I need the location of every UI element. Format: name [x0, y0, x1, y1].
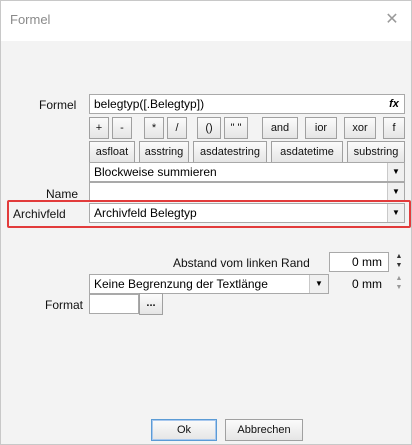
highlight-frame [7, 200, 411, 228]
close-icon[interactable]: ✕ [381, 9, 403, 31]
abstand-stepper[interactable]: ▲ ▼ [393, 252, 405, 272]
chevron-down-icon[interactable]: ▼ [387, 183, 404, 200]
cancel-button[interactable]: Abbrechen [225, 419, 303, 441]
format-label: Format [45, 298, 84, 312]
format-browse-button[interactable]: ... [139, 293, 163, 315]
op-xor-button[interactable]: xor [344, 117, 376, 139]
op-and-button[interactable]: and [262, 117, 298, 139]
title-bar: Formel ✕ [1, 1, 411, 41]
textlaenge-select[interactable]: Keine Begrenzung der Textlänge ▼ [89, 274, 329, 294]
op-multiply-button[interactable]: * [144, 117, 164, 139]
fx-icon[interactable]: fx [386, 96, 402, 112]
abstand-label: Abstand vom linken Rand [173, 256, 310, 270]
textlaenge-value: Keine Begrenzung der Textlänge [94, 277, 268, 291]
formel-value: belegtyp([.Belegtyp]) [94, 97, 205, 111]
name-select[interactable]: ▼ [89, 182, 405, 201]
func-asstring-button[interactable]: asstring [139, 141, 189, 163]
op-divide-button[interactable]: / [167, 117, 187, 139]
func-substring-button[interactable]: substring [347, 141, 405, 163]
func-asdatetime-button[interactable]: asdatetime [271, 141, 343, 163]
summary-mode-value: Blockweise summieren [94, 165, 217, 179]
summary-mode-select[interactable]: Blockweise summieren ▼ [89, 162, 405, 182]
abstand-input[interactable]: 0 mm [329, 252, 389, 272]
op-quotes-button[interactable]: " " [224, 117, 248, 139]
func-asfloat-button[interactable]: asfloat [89, 141, 135, 163]
func-asdatestring-button[interactable]: asdatestring [193, 141, 267, 163]
formel-label: Formel [39, 98, 77, 112]
op-plus-button[interactable]: + [89, 117, 109, 139]
textlaenge-stepper[interactable]: ▲ ▼ [393, 274, 405, 294]
format-input[interactable] [89, 294, 139, 314]
window-title: Formel [10, 12, 51, 27]
op-f-button[interactable]: f [383, 117, 405, 139]
formel-input[interactable]: belegtyp([.Belegtyp]) fx [89, 94, 405, 114]
op-parentheses-button[interactable]: () [197, 117, 221, 139]
chevron-down-icon[interactable]: ▼ [387, 163, 404, 181]
ok-button[interactable]: Ok [151, 419, 217, 441]
op-minus-button[interactable]: - [112, 117, 132, 139]
op-ior-button[interactable]: ior [305, 117, 337, 139]
formel-dialog: Formel ✕ Formel belegtyp([.Belegtyp]) fx… [0, 0, 412, 445]
chevron-down-icon[interactable]: ▼ [309, 275, 328, 293]
textlaenge-mm-input[interactable]: 0 mm [329, 274, 389, 294]
name-label: Name [46, 187, 79, 201]
